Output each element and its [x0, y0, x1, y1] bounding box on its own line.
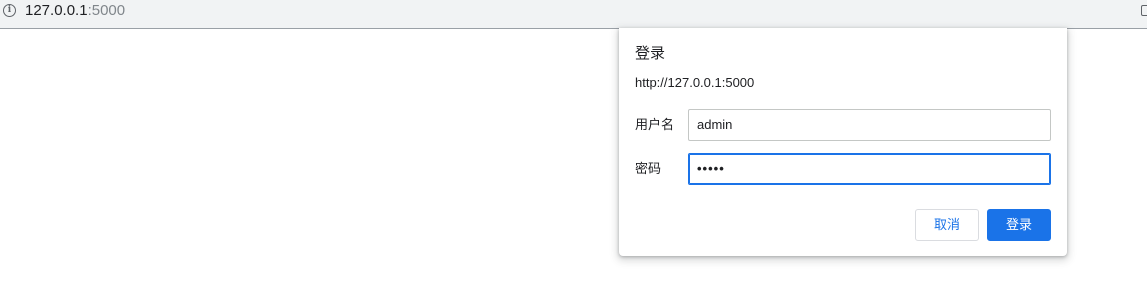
- extension-icon[interactable]: [1141, 5, 1147, 16]
- dialog-origin: http://127.0.0.1:5000: [635, 75, 755, 90]
- dialog-title: 登录: [635, 45, 666, 62]
- browser-address-bar: i 127.0.0.1:5000: [0, 0, 1147, 29]
- password-input[interactable]: •••••: [688, 153, 1051, 185]
- url-port: :5000: [87, 2, 126, 19]
- url-host: 127.0.0.1: [25, 2, 88, 19]
- username-input[interactable]: admin: [688, 109, 1051, 141]
- http-auth-dialog: 登录 http://127.0.0.1:5000 用户名 admin 密码 ••…: [619, 28, 1067, 256]
- username-label: 用户名: [635, 117, 675, 132]
- login-button[interactable]: 登录: [987, 209, 1051, 241]
- info-icon[interactable]: i: [3, 4, 16, 17]
- url-field[interactable]: 127.0.0.1:5000: [25, 2, 125, 20]
- cancel-button[interactable]: 取消: [915, 209, 979, 241]
- password-label: 密码: [635, 161, 662, 176]
